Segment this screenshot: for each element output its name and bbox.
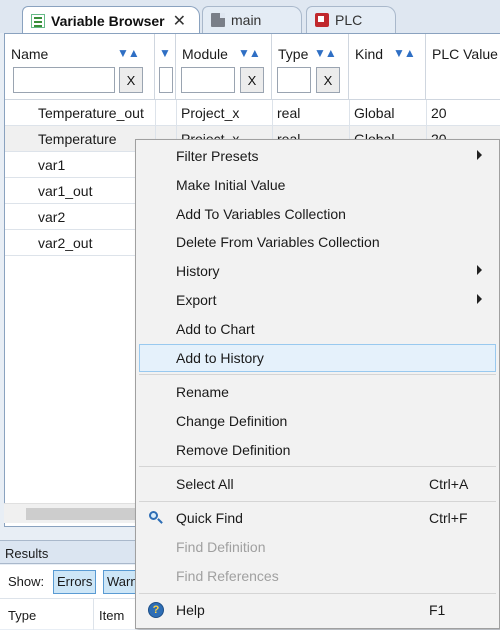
menu-item-label: Remove Definition [176, 441, 291, 458]
module-filter-input[interactable] [181, 67, 235, 93]
menu-item-label: Quick Find [176, 510, 243, 527]
menu-item-label: Help [176, 602, 205, 618]
column-title: PLC Value [432, 46, 498, 62]
menu-item-label: Filter Presets [176, 148, 259, 164]
variable-plc-value: 20 [431, 105, 447, 121]
menu-separator [139, 374, 496, 376]
sort-icon[interactable]: ▼▲ [238, 46, 261, 60]
sort-icon[interactable]: ▼▲ [117, 46, 140, 60]
menu-item-delete-from-variables-collection[interactable]: Delete From Variables Collection [139, 228, 496, 256]
menu-item-label: Add to Chart [176, 320, 255, 337]
menu-item-shortcut: Ctrl+F [429, 510, 468, 527]
tab-main[interactable]: main [202, 6, 302, 33]
menu-item-add-to-variables-collection[interactable]: Add To Variables Collection [139, 200, 496, 228]
results-column-item[interactable]: Item [99, 608, 124, 623]
type-filter-input[interactable] [277, 67, 311, 93]
scrollbar-thumb[interactable] [26, 508, 136, 520]
menu-separator [139, 592, 496, 594]
sort-icon[interactable]: ▼▲ [314, 46, 337, 60]
file-icon [211, 13, 225, 27]
variable-name: var2_out [38, 235, 93, 251]
menu-item-quick-find[interactable]: Quick Find Ctrl+F [139, 504, 496, 532]
menu-item-filter-presets[interactable]: Filter Presets [139, 142, 496, 170]
clear-filter-button[interactable]: X [119, 67, 143, 93]
plc-icon [315, 13, 329, 27]
table-header: Name ▼▲ X ▼ Module ▼▲ X Type ▼▲ X Kind ▼… [5, 34, 500, 100]
variable-name: Temperature [38, 131, 117, 147]
menu-item-label: Add to History [176, 349, 264, 366]
submenu-arrow-icon [477, 294, 482, 304]
collapsed-filter-input[interactable] [159, 67, 173, 93]
column-title: Type [278, 46, 309, 62]
column-collapsed[interactable]: ▼ [155, 34, 176, 100]
variable-module: Project_x [181, 105, 240, 121]
menu-item-change-definition[interactable]: Change Definition [139, 407, 496, 435]
menu-item-export[interactable]: Export [139, 286, 496, 314]
variable-name: var1_out [38, 183, 93, 199]
menu-separator [139, 500, 496, 502]
menu-item-history[interactable]: History [139, 257, 496, 285]
column-title: Name [11, 46, 49, 62]
tab-variable-browser[interactable]: Variable Browser ✕ [22, 6, 200, 34]
name-filter-input[interactable] [13, 67, 115, 93]
menu-item-rename[interactable]: Rename [139, 378, 496, 406]
show-label: Show: [8, 574, 45, 589]
tab-label: main [231, 12, 262, 28]
menu-item-label: Delete From Variables Collection [176, 234, 380, 251]
variable-browser-icon [31, 13, 45, 28]
menu-item-label: History [176, 263, 220, 280]
tab-label: PLC [335, 12, 363, 28]
help-icon: ? [148, 602, 164, 618]
sort-icon[interactable]: ▼ [159, 46, 171, 60]
menu-item-shortcut: Ctrl+A [429, 475, 469, 492]
menu-item-find-references: Find References [139, 562, 496, 590]
menu-separator [139, 466, 496, 468]
menu-item-label: Add To Variables Collection [176, 205, 346, 222]
menu-item-label: Change Definition [176, 412, 288, 429]
column-kind[interactable]: Kind ▼▲ [349, 34, 426, 100]
column-type[interactable]: Type ▼▲ X [272, 34, 349, 100]
clear-filter-button[interactable]: X [240, 67, 264, 93]
results-column-type[interactable]: Type [8, 608, 36, 623]
menu-item-find-definition: Find Definition [139, 533, 496, 561]
menu-item-add-to-chart[interactable]: Add to Chart [139, 315, 496, 343]
menu-item-help[interactable]: ? Help F1 [139, 596, 496, 624]
column-title: Module [182, 46, 228, 62]
context-menu: Filter Presets Make Initial Value Add To V… [135, 139, 500, 629]
menu-item-make-initial-value[interactable]: Make Initial Value [139, 171, 496, 199]
editor-tab-bar: Variable Browser ✕ main PLC [0, 0, 500, 34]
menu-item-add-to-history[interactable]: Add to History [139, 343, 496, 372]
variable-kind: Global [354, 105, 395, 121]
menu-item-label: Rename [176, 383, 229, 400]
close-icon[interactable]: ✕ [173, 11, 186, 31]
menu-item-label: Select All [176, 475, 234, 492]
results-title: Results [5, 546, 49, 561]
errors-toggle[interactable]: Errors [53, 570, 97, 594]
column-plc-value[interactable]: PLC Value [426, 34, 500, 100]
menu-item-select-all[interactable]: Select All Ctrl+A [139, 470, 496, 498]
quick-find-icon [148, 510, 164, 526]
clear-filter-button[interactable]: X [316, 67, 340, 93]
horizontal-scrollbar[interactable] [4, 503, 136, 523]
tab-plc[interactable]: PLC [306, 6, 396, 33]
menu-item-shortcut: F1 [429, 602, 446, 618]
tab-label: Variable Browser [51, 12, 165, 29]
menu-item-label: Export [176, 292, 217, 308]
variable-type: real [277, 105, 301, 121]
submenu-arrow-icon [477, 150, 482, 160]
submenu-arrow-icon [477, 265, 482, 276]
variable-name: Temperature_out [38, 105, 144, 121]
sort-icon[interactable]: ▼▲ [393, 46, 416, 60]
variable-name: var1 [38, 157, 66, 173]
menu-item-label: Find Definition [176, 538, 266, 555]
column-name[interactable]: Name ▼▲ X [5, 34, 155, 100]
table-row[interactable]: Temperature_out Project_x real Global 20 [5, 100, 500, 126]
menu-item-label: Find References [176, 567, 279, 584]
variable-name: var2 [38, 209, 66, 225]
menu-item-label: Make Initial Value [176, 176, 286, 193]
column-title: Kind [355, 46, 384, 62]
menu-item-remove-definition[interactable]: Remove Definition [139, 436, 496, 464]
column-module[interactable]: Module ▼▲ X [176, 34, 272, 100]
